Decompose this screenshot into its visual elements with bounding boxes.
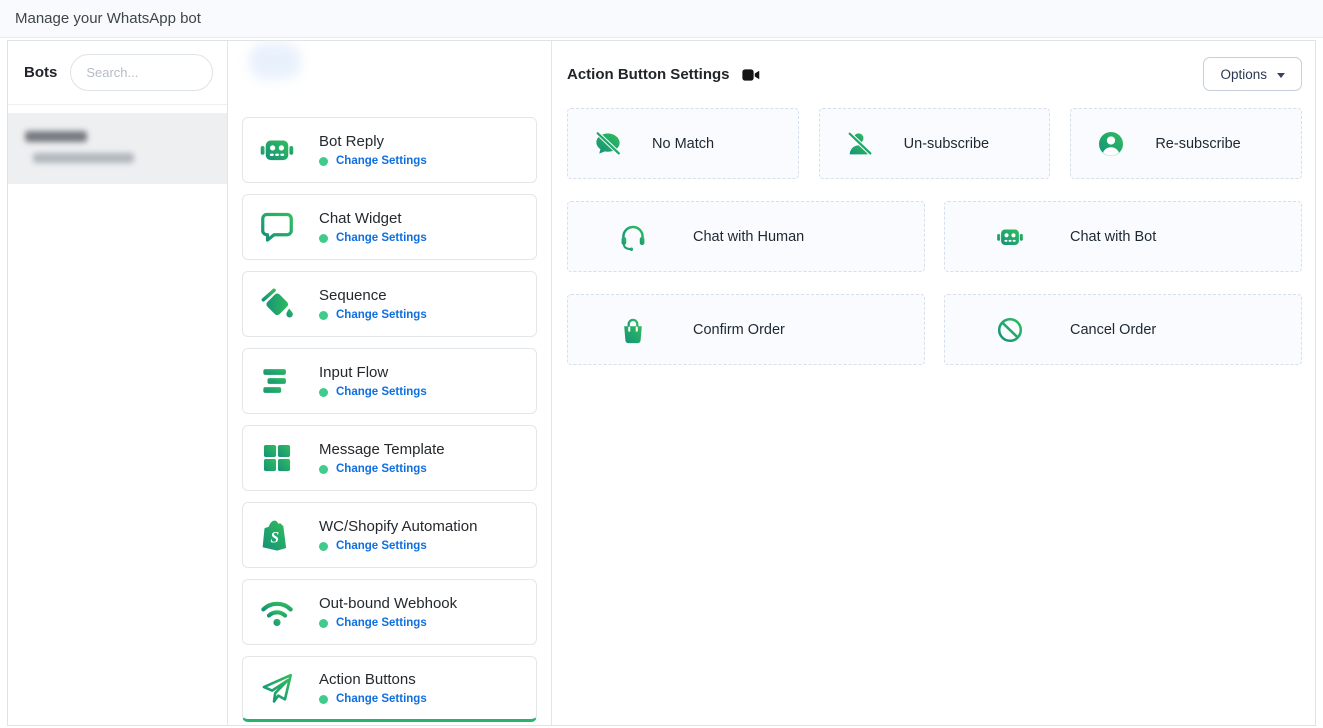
feature-title: Bot Reply: [319, 133, 427, 150]
grid-icon: [257, 438, 297, 478]
feature-card-outbound-webhook[interactable]: Out-bound Webhook Change Settings: [242, 579, 537, 645]
change-settings-link[interactable]: Change Settings: [336, 693, 427, 705]
action-button-cancel-order[interactable]: Cancel Order: [944, 294, 1302, 365]
status-dot: [319, 388, 328, 397]
panel-title: Action Button Settings: [567, 66, 729, 83]
options-label: Options: [1220, 67, 1267, 82]
feature-title: Sequence: [319, 287, 427, 304]
status-dot: [319, 695, 328, 704]
change-settings-link[interactable]: Change Settings: [336, 386, 427, 398]
feature-card-sequence[interactable]: Sequence Change Settings: [242, 271, 537, 337]
feature-title: Input Flow: [319, 364, 427, 381]
chevron-down-icon: [1277, 73, 1285, 78]
topbar: Manage your WhatsApp bot: [0, 0, 1323, 38]
feature-title: Out-bound Webhook: [319, 595, 457, 612]
feature-card-action-buttons[interactable]: Action Buttons Change Settings: [242, 656, 537, 722]
user-circle-icon: [1096, 129, 1126, 159]
feature-title: WC/Shopify Automation: [319, 518, 477, 535]
feature-card-input-flow[interactable]: Input Flow Change Settings: [242, 348, 537, 414]
action-button-resubscribe[interactable]: Re-subscribe: [1070, 108, 1302, 179]
bot-phone-redacted: [33, 153, 134, 163]
change-settings-link[interactable]: Change Settings: [336, 309, 427, 321]
comment-slash-icon: [593, 129, 623, 159]
shopping-bag-icon: [618, 315, 648, 345]
change-settings-link[interactable]: Change Settings: [336, 617, 427, 629]
status-dot: [319, 311, 328, 320]
feature-card-bot-reply[interactable]: Bot Reply Change Settings: [242, 117, 537, 183]
page-title: Manage your WhatsApp bot: [15, 10, 201, 27]
feature-card-wc-shopify-automation[interactable]: S WC/Shopify Automation Change Settings: [242, 502, 537, 568]
action-button-label: Cancel Order: [1070, 322, 1156, 338]
action-button-no-match[interactable]: No Match: [567, 108, 799, 179]
status-dot: [319, 542, 328, 551]
options-dropdown-button[interactable]: Options: [1203, 57, 1302, 91]
action-button-label: Chat with Human: [693, 229, 804, 245]
shopify-bag-icon: S: [257, 515, 297, 555]
action-button-label: No Match: [652, 136, 714, 152]
status-dot: [319, 619, 328, 628]
search-input[interactable]: [70, 54, 213, 91]
action-button-chat-with-bot[interactable]: Chat with Bot: [944, 201, 1302, 272]
action-button-confirm-order[interactable]: Confirm Order: [567, 294, 925, 365]
features-column: Bot Reply Change Settings Chat Widget Ch…: [228, 41, 552, 725]
action-button-label: Confirm Order: [693, 322, 785, 338]
video-camera-icon[interactable]: [742, 68, 760, 82]
action-button-label: Re-subscribe: [1155, 136, 1240, 152]
blurred-thumbnail: [249, 43, 301, 79]
panel-header: Action Button Settings Options: [567, 57, 1302, 91]
status-dot: [319, 465, 328, 474]
chat-bubble-icon: [257, 207, 297, 247]
feature-title: Chat Widget: [319, 210, 427, 227]
action-button-unsubscribe[interactable]: Un-subscribe: [819, 108, 1051, 179]
change-settings-link[interactable]: Change Settings: [336, 232, 427, 244]
bots-sidebar: Bots: [8, 41, 228, 725]
svg-text:S: S: [270, 530, 279, 547]
action-button-settings-panel: Action Button Settings Options No Match: [552, 41, 1315, 725]
headset-icon: [618, 222, 648, 252]
sidebar-header: Bots: [8, 41, 227, 105]
change-settings-link[interactable]: Change Settings: [336, 540, 427, 552]
action-buttons-row-1: No Match Un-subscribe Re-subscribe: [567, 108, 1302, 179]
change-settings-link[interactable]: Change Settings: [336, 463, 427, 475]
feature-title: Message Template: [319, 441, 445, 458]
paint-fill-icon: [257, 284, 297, 324]
robot-icon: [257, 130, 297, 170]
status-dot: [319, 234, 328, 243]
paper-plane-icon: [257, 668, 297, 708]
action-button-label: Chat with Bot: [1070, 229, 1156, 245]
feature-title: Action Buttons: [319, 671, 427, 688]
robot-icon: [995, 222, 1025, 252]
feature-card-chat-widget[interactable]: Chat Widget Change Settings: [242, 194, 537, 260]
change-settings-link[interactable]: Change Settings: [336, 155, 427, 167]
action-buttons-row-3: Confirm Order Cancel Order: [567, 294, 1302, 365]
main-frame: Bots Bot Reply Change Settings: [7, 40, 1316, 726]
action-button-chat-with-human[interactable]: Chat with Human: [567, 201, 925, 272]
ban-icon: [995, 315, 1025, 345]
wifi-icon: [257, 592, 297, 632]
action-buttons-row-2: Chat with Human Chat with Bot: [567, 201, 1302, 272]
sidebar-title: Bots: [24, 64, 57, 81]
feature-card-message-template[interactable]: Message Template Change Settings: [242, 425, 537, 491]
bars-icon: [257, 361, 297, 401]
user-slash-icon: [845, 129, 875, 159]
action-button-label: Un-subscribe: [904, 136, 989, 152]
bot-list-item-selected[interactable]: [8, 113, 227, 184]
status-dot: [319, 157, 328, 166]
bot-name-redacted: [25, 131, 87, 142]
